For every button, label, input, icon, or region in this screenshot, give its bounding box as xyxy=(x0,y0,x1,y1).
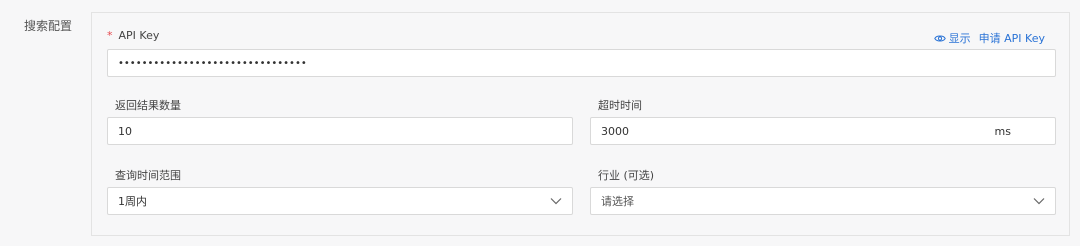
time-range-label: 查询时间范围 xyxy=(115,169,181,182)
search-config-panel: * API Key 显示 申请 API Key •••••••••••••••••… xyxy=(91,12,1070,236)
time-range-select[interactable]: 1周内 xyxy=(107,187,573,215)
timeout-unit: ms xyxy=(994,124,1011,138)
api-key-links: 显示 申请 API Key xyxy=(933,30,1045,46)
chevron-down-icon xyxy=(1033,198,1045,205)
timeout-label: 超时时间 xyxy=(598,99,642,112)
industry-select[interactable]: 请选择 xyxy=(590,187,1056,215)
result-count-input[interactable]: 10 xyxy=(107,117,573,145)
required-mark: * xyxy=(107,29,113,42)
api-key-input[interactable]: •••••••••••••••••••••••••••••••• xyxy=(107,49,1056,77)
show-key-button[interactable]: 显示 xyxy=(933,30,971,46)
chevron-down-icon xyxy=(550,198,562,205)
timeout-input[interactable]: 3000 ms xyxy=(590,117,1056,145)
api-key-label: * API Key xyxy=(107,29,159,42)
section-label: 搜索配置 xyxy=(24,19,73,33)
result-count-value: 10 xyxy=(118,124,132,138)
industry-placeholder: 请选择 xyxy=(601,195,634,208)
apply-api-key-link[interactable]: 申请 API Key xyxy=(979,30,1045,46)
timeout-value: 3000 xyxy=(601,124,629,138)
result-count-label: 返回结果数量 xyxy=(115,99,181,112)
time-range-selected: 1周内 xyxy=(118,195,147,208)
api-key-masked-value: •••••••••••••••••••••••••••••••• xyxy=(118,57,307,69)
eye-icon xyxy=(933,35,946,41)
api-key-label-text: API Key xyxy=(118,29,160,42)
industry-label: 行业 (可选) xyxy=(598,169,655,182)
show-key-label: 显示 xyxy=(948,32,971,45)
